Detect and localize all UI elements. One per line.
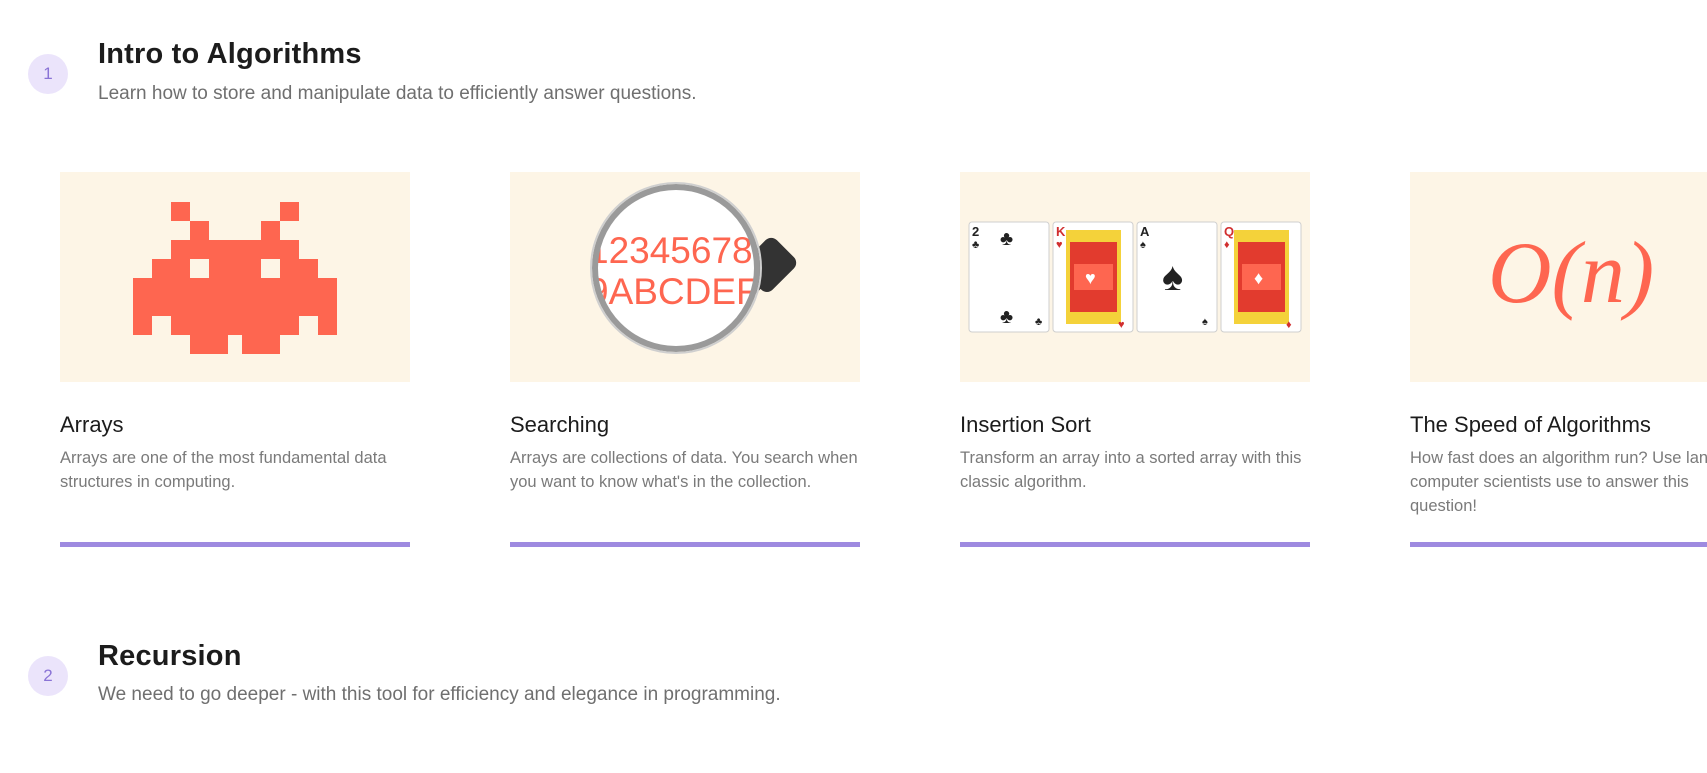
svg-text:♠: ♠ [1140, 239, 1146, 251]
svg-text:♠: ♠ [1202, 316, 1208, 328]
svg-text:♣: ♣ [1000, 306, 1013, 328]
section-title: Intro to Algorithms [98, 38, 362, 70]
lens-text-row-1: 12345678 [588, 230, 753, 271]
svg-text:♣: ♣ [972, 239, 979, 251]
svg-text:♣: ♣ [1000, 228, 1013, 250]
lens-text-row-2: 9ABCDEF [588, 271, 759, 312]
lesson-card-searching[interactable]: 12345678 9ABCDEF Searching Arrays are co… [510, 172, 860, 552]
section-description: Learn how to store and manipulate data t… [98, 83, 697, 104]
lesson-description: Arrays are collections of data. You sear… [510, 449, 858, 491]
card-rank: 2 [972, 224, 979, 239]
lesson-title: Arrays [60, 412, 124, 437]
space-invader-icon [133, 202, 337, 354]
magnifying-glass-icon: 12345678 9ABCDEF [588, 182, 797, 354]
svg-text:♥: ♥ [1118, 319, 1125, 331]
svg-text:♦: ♦ [1254, 268, 1263, 288]
lesson-card-speed-of-algorithms[interactable]: O(n) The Speed of Algorithms How fast do… [1410, 172, 1707, 552]
lesson-description: Arrays are one of the most fundamental d… [60, 449, 387, 491]
course-outline: 1 Intro to Algorithms Learn how to store… [0, 0, 1707, 773]
playing-cards-icon: 2 ♣ ♣ ♣ ♣ K ♥ ♥ ♥ A ♠ ♠ ♠ Q ♦ ♦ ♦ [968, 221, 1302, 333]
svg-text:♠: ♠ [1162, 255, 1183, 299]
lesson-thumbnail: O(n) [1410, 172, 1707, 382]
big-o-text: O(n) [1488, 225, 1654, 322]
svg-text:♦: ♦ [1224, 239, 1230, 251]
lesson-thumbnail: 12345678 9ABCDEF [510, 172, 860, 382]
lesson-title: Insertion Sort [960, 412, 1091, 437]
card-rank: A [1140, 224, 1150, 239]
svg-text:♥: ♥ [1056, 239, 1063, 251]
card-queen-of-diamonds: Q ♦ ♦ ♦ [1220, 221, 1302, 333]
progress-bar [60, 542, 410, 547]
section-number-badge: 1 [28, 54, 68, 94]
card-two-of-clubs: 2 ♣ ♣ ♣ ♣ [968, 221, 1050, 333]
lesson-thumbnail: 2 ♣ ♣ ♣ ♣ K ♥ ♥ ♥ A ♠ ♠ ♠ Q ♦ ♦ ♦ [960, 172, 1310, 382]
lesson-cards: Arrays Arrays are one of the most fundam… [60, 172, 1707, 552]
card-king-of-hearts: K ♥ ♥ ♥ [1052, 221, 1134, 333]
svg-text:♥: ♥ [1085, 268, 1096, 288]
lesson-thumbnail [60, 172, 410, 382]
card-rank: K [1056, 224, 1066, 239]
card-rank: Q [1224, 224, 1234, 239]
section-number-badge: 2 [28, 656, 68, 696]
section-description: We need to go deeper - with this tool fo… [98, 684, 781, 705]
lesson-description: How fast does an algorithm run? Use lang… [1410, 449, 1707, 515]
lesson-card-insertion-sort[interactable]: 2 ♣ ♣ ♣ ♣ K ♥ ♥ ♥ A ♠ ♠ ♠ Q ♦ ♦ ♦ Insert… [960, 172, 1310, 552]
lesson-card-arrays[interactable]: Arrays Arrays are one of the most fundam… [60, 172, 410, 552]
lesson-title: Searching [510, 412, 610, 437]
lesson-title: The Speed of Algorithms [1410, 412, 1651, 437]
progress-bar [510, 542, 860, 547]
big-o-notation-icon: O(n) [1488, 225, 1654, 322]
svg-text:♦: ♦ [1286, 319, 1292, 331]
section-title: Recursion [98, 640, 242, 672]
card-ace-of-spades: A ♠ ♠ ♠ [1136, 221, 1218, 333]
svg-text:♣: ♣ [1035, 316, 1042, 328]
progress-bar [960, 542, 1310, 547]
progress-bar [1410, 542, 1707, 547]
lesson-description: Transform an array into a sorted array w… [960, 449, 1302, 491]
